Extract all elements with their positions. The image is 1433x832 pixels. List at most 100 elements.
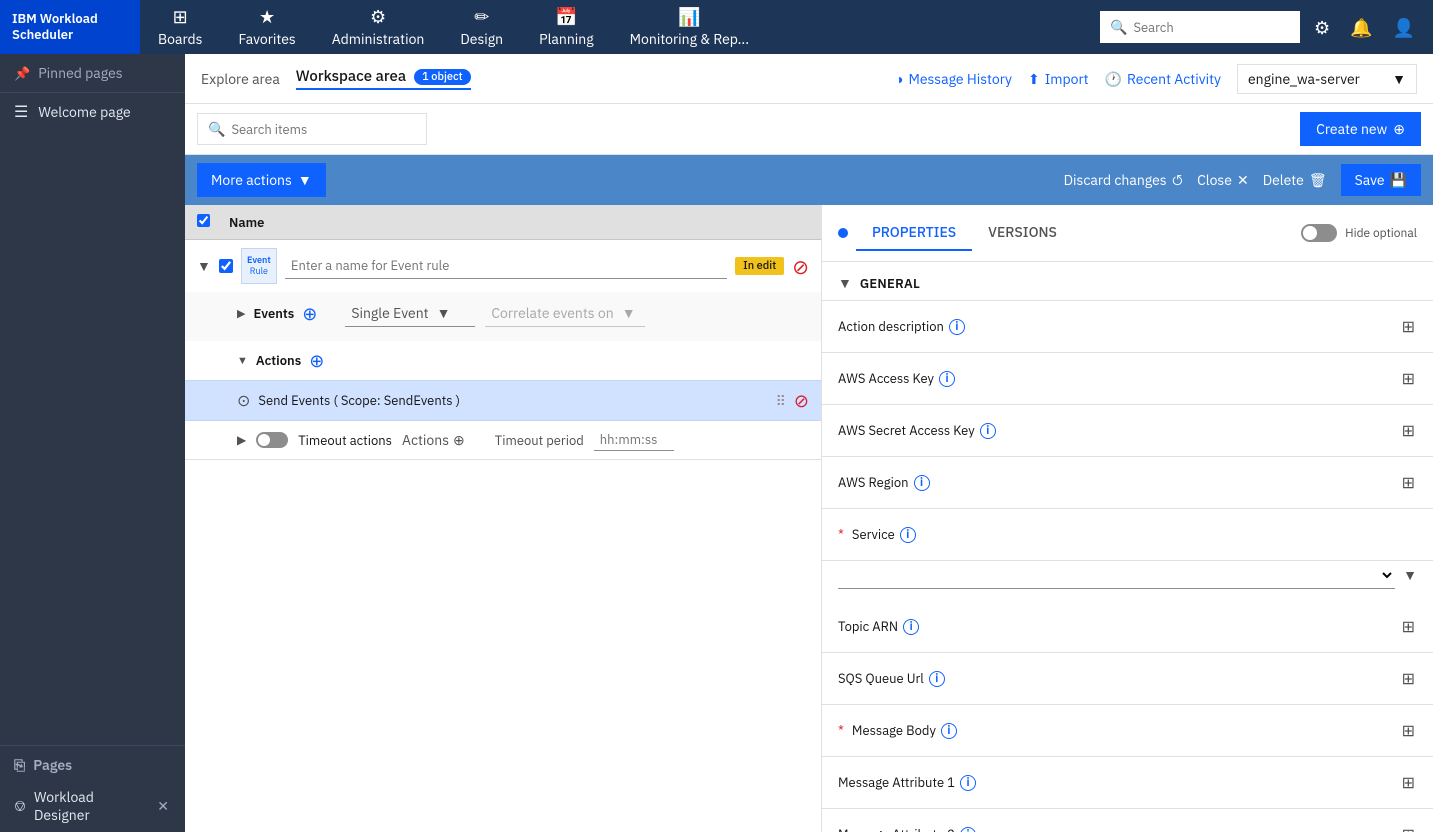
aws-access-key-edit-button[interactable]: ⊞	[1400, 367, 1417, 391]
hide-optional-toggle[interactable]: Hide optional	[1301, 224, 1417, 242]
breadcrumb-left: Explore area Workspace area 1 object	[201, 67, 471, 90]
nav-boards-label: Boards	[158, 30, 202, 48]
save-button[interactable]: Save 💾	[1341, 164, 1421, 196]
message-history-link[interactable]: ◑ Message History	[895, 70, 1012, 88]
message-body-info-icon[interactable]: i	[941, 723, 957, 739]
action-description-edit-button[interactable]: ⊞	[1400, 315, 1417, 339]
actions-section-header: ▼ Actions ⊕	[237, 349, 809, 372]
aws-region-info-icon[interactable]: i	[914, 475, 930, 491]
user-button[interactable]: 👤	[1387, 10, 1421, 45]
versions-tab-label: VERSIONS	[988, 223, 1057, 241]
sqs-queue-url-info-icon[interactable]: i	[929, 671, 945, 687]
nav-favorites-label: Favorites	[238, 30, 295, 48]
remove-action-button[interactable]: ⊘	[794, 389, 809, 412]
nav-item-favorites[interactable]: ★ Favorites	[220, 0, 313, 54]
service-dropdown[interactable]	[838, 561, 1395, 589]
table-header: action_description Name	[185, 205, 821, 240]
close-icon: ✕	[1237, 171, 1249, 189]
tab-properties[interactable]: PROPERTIES	[856, 215, 972, 251]
timeout-collapse-button[interactable]: ▶	[237, 433, 246, 448]
recent-activity-link[interactable]: 🕐 Recent Activity	[1105, 70, 1221, 88]
cancel-rule-button[interactable]: ⊘	[792, 253, 809, 280]
add-action-button[interactable]: ⊕	[309, 349, 324, 372]
nav-item-design[interactable]: ✏ Design	[442, 0, 521, 54]
create-new-button[interactable]: Create new ⊕	[1300, 112, 1421, 146]
search-items-container[interactable]: 🔍	[197, 113, 427, 145]
search-items-icon: 🔍	[208, 120, 225, 138]
more-actions-button[interactable]: More actions ▼	[197, 163, 326, 197]
timeout-period-input[interactable]	[594, 429, 674, 451]
nav-item-boards[interactable]: ⊞ Boards	[140, 0, 220, 54]
import-link[interactable]: ⬆ Import	[1028, 70, 1089, 88]
select-all-checkbox-container[interactable]	[197, 213, 229, 231]
topic-arn-label: Topic ARN i	[838, 618, 1392, 635]
close-button[interactable]: Close ✕	[1197, 171, 1249, 189]
message-body-edit-button[interactable]: ⊞	[1400, 719, 1417, 743]
topic-arn-info-icon[interactable]: i	[903, 619, 919, 635]
hide-optional-switch[interactable]	[1301, 224, 1337, 242]
service-info-icon[interactable]: i	[900, 527, 916, 543]
workspace-area-tab[interactable]: Workspace area 1 object	[296, 67, 471, 90]
aws-region-edit-button[interactable]: ⊞	[1400, 471, 1417, 495]
right-panel-header: PROPERTIES VERSIONS Hide optional	[822, 205, 1433, 262]
aws-access-key-label: AWS Access Key i	[838, 370, 1392, 387]
settings-button[interactable]: ⚙	[1308, 10, 1336, 45]
action-item-expand-button[interactable]: ⊙	[237, 391, 250, 411]
select-all-checkbox[interactable]	[197, 214, 210, 227]
pages-icon: ⎘	[14, 756, 25, 774]
pinned-pages-label: Pinned pages	[38, 64, 122, 82]
event-rule-name-input[interactable]	[285, 253, 727, 279]
message-attribute-1-edit-button[interactable]: ⊞	[1400, 771, 1417, 795]
action-item-row: ⊙ Send Events ( Scope: SendEvents ) ⠿ ⊘	[185, 380, 821, 421]
pin-icon: 📌	[14, 65, 30, 82]
sqs-queue-url-edit-button[interactable]: ⊞	[1400, 667, 1417, 691]
message-attribute-2-edit-button[interactable]: ⊞	[1400, 823, 1417, 832]
delete-button[interactable]: Delete 🗑	[1263, 171, 1327, 189]
more-actions-label: More actions	[211, 171, 292, 189]
action-description-info-icon[interactable]: i	[949, 319, 965, 335]
add-event-button[interactable]: ⊕	[302, 302, 317, 325]
message-body-label: Message Body i	[838, 722, 1392, 739]
nav-item-administration[interactable]: ⚙ Administration	[314, 0, 443, 54]
message-attribute-1-info-icon[interactable]: i	[960, 775, 976, 791]
timeout-toggle[interactable]	[256, 432, 288, 448]
event-type-dropdown[interactable]: Single Event ▼	[345, 300, 475, 327]
discard-changes-icon: ↺	[1172, 171, 1183, 189]
drag-handle-icon[interactable]: ⠿	[776, 392, 786, 410]
aws-secret-access-key-label: AWS Secret Access Key i	[838, 422, 1392, 439]
property-aws-secret-access-key: AWS Secret Access Key i ⊞	[822, 405, 1433, 457]
message-attribute-2-info-icon[interactable]: i	[960, 827, 976, 832]
actions-collapse-button[interactable]: ▼	[237, 354, 248, 368]
breadcrumb-bar: Explore area Workspace area 1 object ◑ M…	[185, 54, 1433, 104]
sidebar-item-welcome[interactable]: ☰ Welcome page	[0, 93, 185, 131]
general-section-header[interactable]: ▼ GENERAL	[822, 262, 1433, 301]
topic-arn-edit-button[interactable]: ⊞	[1400, 615, 1417, 639]
event-rule-collapse-button[interactable]: ▼	[197, 257, 211, 275]
search-bar[interactable]: 🔍	[1100, 11, 1300, 43]
aws-secret-access-key-edit-button[interactable]: ⊞	[1400, 419, 1417, 443]
explore-area-link[interactable]: Explore area	[201, 70, 280, 88]
sidebar-item-workload-designer[interactable]: ⎊ Workload Designer ✕	[0, 780, 185, 832]
engine-selector[interactable]: engine_wa-server ▼	[1237, 64, 1417, 94]
property-aws-region: AWS Region i ⊞	[822, 457, 1433, 509]
timeout-actions-button[interactable]: Actions ⊕	[402, 431, 465, 449]
nav-item-monitoring[interactable]: 📊 Monitoring & Rep...	[612, 0, 767, 54]
correlate-dropdown[interactable]: Correlate events on ▼	[485, 300, 645, 327]
search-items-input[interactable]	[231, 121, 416, 138]
event-rule-row: ▼ Event Rule In edit ⊘ ▶	[185, 240, 821, 460]
event-rule-checkbox[interactable]	[219, 259, 233, 273]
close-workload-designer-button[interactable]: ✕	[155, 795, 171, 817]
tab-versions[interactable]: VERSIONS	[972, 215, 1073, 251]
aws-secret-access-key-info-icon[interactable]: i	[980, 423, 996, 439]
event-type-value: Single Event	[351, 304, 428, 322]
property-message-body: Message Body i ⊞	[822, 705, 1433, 757]
sqs-queue-url-label: SQS Queue Url i	[838, 670, 1392, 687]
delete-label: Delete	[1263, 171, 1304, 189]
notifications-button[interactable]: 🔔	[1344, 10, 1378, 45]
planning-icon: 📅	[555, 5, 577, 28]
events-collapse-button[interactable]: ▶	[237, 307, 245, 321]
nav-item-planning[interactable]: 📅 Planning	[521, 0, 612, 54]
discard-changes-button[interactable]: Discard changes ↺	[1064, 171, 1183, 189]
aws-access-key-info-icon[interactable]: i	[939, 371, 955, 387]
search-input[interactable]	[1133, 19, 1290, 36]
